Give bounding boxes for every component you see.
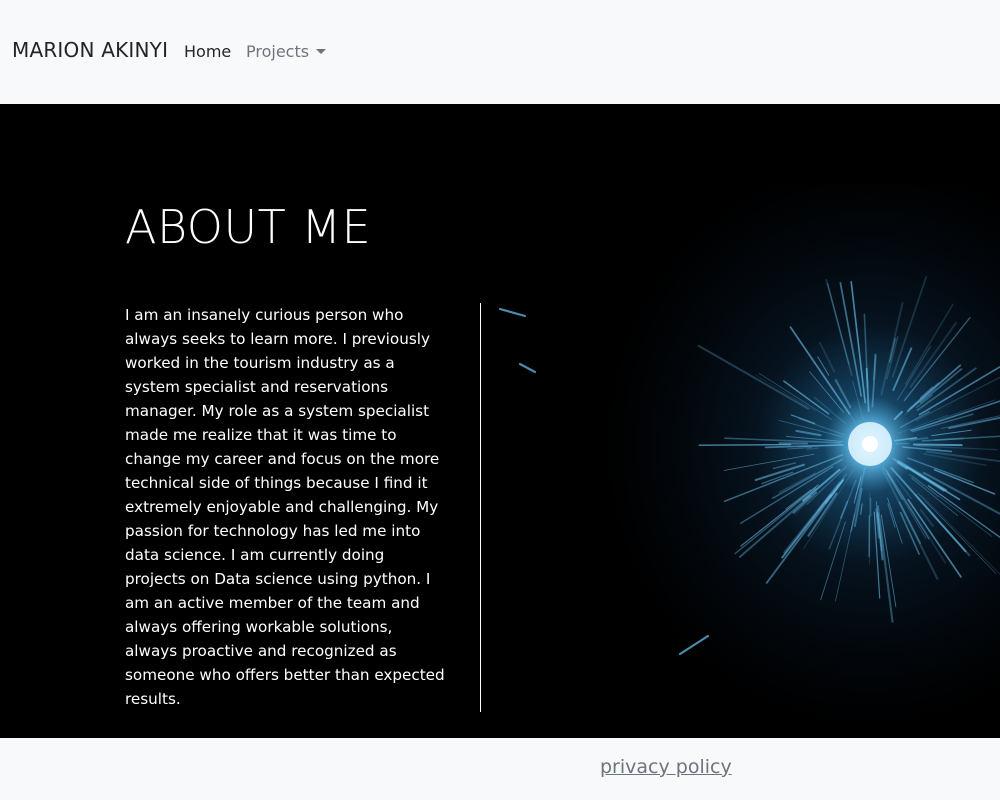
nav-home-link[interactable]: Home xyxy=(184,42,231,61)
nav-projects-dropdown[interactable]: Projects xyxy=(246,42,327,61)
chevron-down-icon xyxy=(316,49,327,54)
blue-burst-background-image xyxy=(480,184,1000,738)
footer: privacy policy xyxy=(0,738,1000,800)
brand-link[interactable]: MARION AKINYI xyxy=(12,38,168,62)
page-title: ABOUT ME xyxy=(125,200,372,254)
about-section: ABOUT ME I am an insanely curious person… xyxy=(0,104,1000,738)
about-paragraph: I am an insanely curious person who alwa… xyxy=(125,306,445,708)
privacy-policy-link[interactable]: privacy policy xyxy=(600,756,732,778)
nav-projects-label: Projects xyxy=(246,42,310,61)
vertical-divider xyxy=(480,303,481,712)
top-navbar: MARION AKINYI Home Projects xyxy=(0,0,1000,104)
